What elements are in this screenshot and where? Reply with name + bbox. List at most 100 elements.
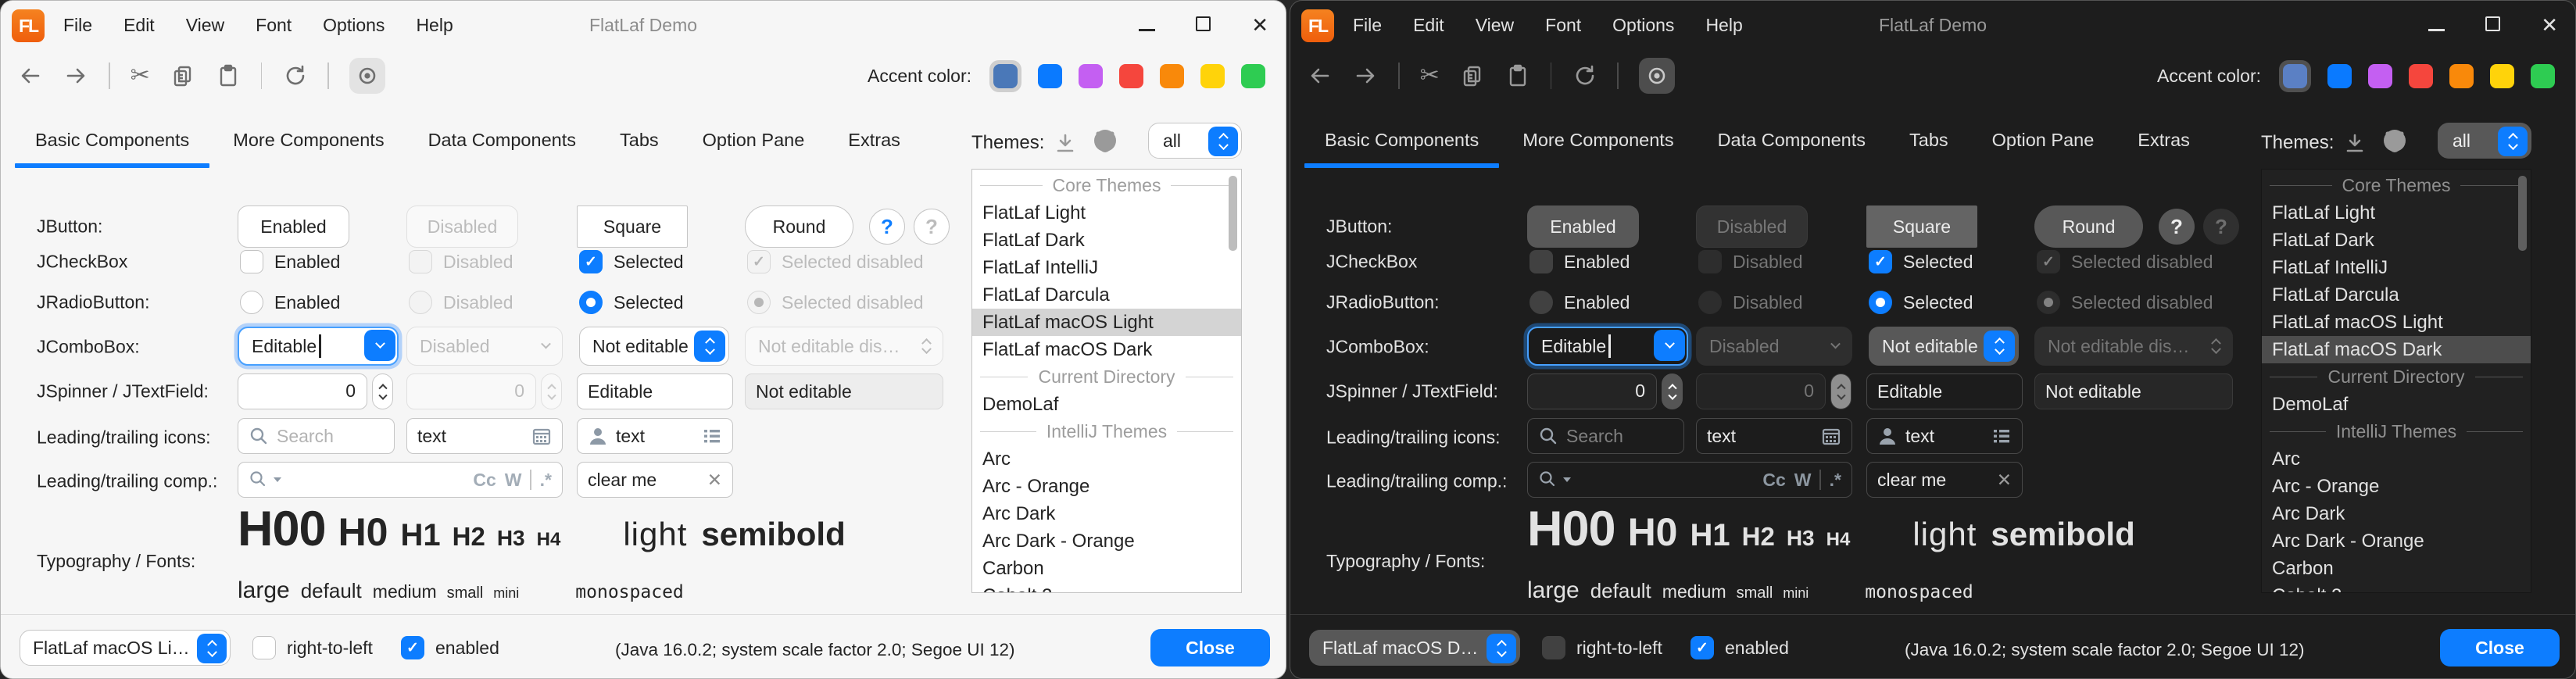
radio-selected[interactable] xyxy=(579,291,603,314)
menu-edit[interactable]: Edit xyxy=(123,15,155,36)
close-window-button[interactable]: ✕ xyxy=(1251,15,1268,35)
combobox-stepper-button[interactable] xyxy=(1208,127,1238,156)
match-case-button[interactable]: Cc xyxy=(1762,470,1785,491)
list-item[interactable]: Cobalt 2 xyxy=(972,582,1241,593)
clearable-input[interactable]: clear me ✕ xyxy=(577,462,733,498)
scrollbar-thumb[interactable] xyxy=(2518,176,2527,251)
calendar-icon[interactable] xyxy=(531,426,552,446)
list-item-selected[interactable]: FlatLaf macOS Dark xyxy=(2262,336,2531,363)
forward-button[interactable] xyxy=(63,63,88,88)
list-item[interactable]: Arc xyxy=(2262,445,2531,473)
list-item[interactable]: Arc xyxy=(972,445,1241,473)
minimize-button[interactable] xyxy=(2428,15,2445,36)
copy-button[interactable] xyxy=(1460,63,1485,88)
spinner-buttons[interactable] xyxy=(372,373,393,409)
tab-data-components[interactable]: Data Components xyxy=(406,115,598,170)
editable-textfield[interactable]: Editable xyxy=(1866,373,2023,409)
checkbox-selected[interactable]: ✓ xyxy=(1869,250,1892,273)
whole-word-button[interactable]: W xyxy=(1794,470,1812,491)
list-item[interactable]: FlatLaf macOS Light xyxy=(2262,309,2531,336)
list-item[interactable]: FlatLaf Dark xyxy=(972,227,1241,254)
cut-button[interactable]: ✂ xyxy=(131,64,150,88)
accent-swatch-default[interactable] xyxy=(2283,64,2307,88)
cut-button[interactable]: ✂ xyxy=(1420,64,1440,88)
user-input[interactable]: text xyxy=(1866,418,2023,454)
list-item[interactable]: FlatLaf Darcula xyxy=(972,281,1241,309)
round-button[interactable]: Round xyxy=(745,205,853,248)
close-button[interactable]: Close xyxy=(2440,629,2560,666)
accent-swatch-purple[interactable] xyxy=(2368,64,2392,88)
regex-button[interactable]: .* xyxy=(1830,470,1841,491)
combobox-stepper-button[interactable] xyxy=(1984,331,2015,362)
accent-swatch-blue[interactable] xyxy=(1038,64,1062,88)
enabled-checkbox[interactable]: ✓ xyxy=(401,636,424,659)
list-item[interactable]: FlatLaf macOS Dark xyxy=(972,336,1241,363)
laf-combobox[interactable]: FlatLaf macOS D… xyxy=(1309,630,1520,666)
tab-tabs[interactable]: Tabs xyxy=(1887,115,1970,170)
checkbox-enabled[interactable] xyxy=(1530,250,1553,273)
tab-extras[interactable]: Extras xyxy=(2116,115,2212,170)
tab-extras[interactable]: Extras xyxy=(826,115,922,170)
themes-list[interactable]: Core Themes FlatLaf Light FlatLaf Dark F… xyxy=(2261,169,2531,593)
themes-list[interactable]: Core Themes FlatLaf Light FlatLaf Dark F… xyxy=(971,169,1242,593)
radio-enabled[interactable] xyxy=(1530,291,1553,314)
list-item[interactable]: FlatLaf IntelliJ xyxy=(972,254,1241,281)
forward-button[interactable] xyxy=(1353,63,1378,88)
menu-help[interactable]: Help xyxy=(416,15,453,36)
list-item[interactable]: Carbon xyxy=(972,555,1241,582)
enabled-checkbox[interactable]: ✓ xyxy=(1690,636,1714,659)
accent-swatch-orange[interactable] xyxy=(1160,64,1184,88)
list-item[interactable]: Arc Dark xyxy=(972,500,1241,527)
tab-option-pane[interactable]: Option Pane xyxy=(1970,115,2116,170)
list-menu-icon[interactable] xyxy=(702,426,722,446)
list-item[interactable]: FlatLaf IntelliJ xyxy=(2262,254,2531,281)
back-button[interactable] xyxy=(1308,63,1333,88)
list-item[interactable]: FlatLaf Light xyxy=(2262,199,2531,227)
maximize-button[interactable] xyxy=(1196,15,1211,36)
date-input[interactable]: text xyxy=(1696,418,1852,454)
spinner-field[interactable]: 0 xyxy=(1527,373,1657,409)
list-item[interactable]: Arc Dark - Orange xyxy=(972,527,1241,555)
checkbox-enabled[interactable] xyxy=(240,250,263,273)
calendar-icon[interactable] xyxy=(1821,426,1841,446)
regex-button[interactable]: .* xyxy=(540,470,552,491)
radio-enabled[interactable] xyxy=(240,291,263,314)
accent-swatch-default[interactable] xyxy=(993,64,1018,88)
search-dropdown-icon[interactable] xyxy=(249,470,269,490)
right-to-left-checkbox[interactable] xyxy=(1542,636,1565,659)
list-item[interactable]: Arc Dark - Orange xyxy=(2262,527,2531,555)
tab-basic-components[interactable]: Basic Components xyxy=(1303,115,1501,170)
list-item[interactable]: DemoLaf xyxy=(2262,391,2531,418)
combobox-stepper-button[interactable] xyxy=(1487,634,1516,663)
refresh-button[interactable] xyxy=(282,63,307,88)
clearable-input[interactable]: clear me ✕ xyxy=(1866,462,2023,498)
list-item[interactable]: Arc - Orange xyxy=(972,473,1241,500)
tab-more-components[interactable]: More Components xyxy=(211,115,406,170)
paste-button[interactable] xyxy=(216,63,241,88)
user-input[interactable]: text xyxy=(577,418,733,454)
combobox-stepper-button[interactable] xyxy=(197,634,227,663)
themes-filter-combobox[interactable]: all xyxy=(2438,123,2531,159)
spinner-field[interactable]: 0 xyxy=(238,373,367,409)
menu-edit[interactable]: Edit xyxy=(1413,15,1444,36)
accent-swatch-yellow[interactable] xyxy=(1200,64,1225,88)
menu-options[interactable]: Options xyxy=(323,15,385,36)
search-with-options-input[interactable]: Cc W .* xyxy=(238,462,563,498)
list-item-selected[interactable]: FlatLaf macOS Light xyxy=(972,309,1241,336)
list-item[interactable]: Arc - Orange xyxy=(2262,473,2531,500)
accent-swatch-green[interactable] xyxy=(1241,64,1265,88)
copy-button[interactable] xyxy=(170,63,195,88)
checkbox-selected[interactable]: ✓ xyxy=(579,250,603,273)
close-window-button[interactable]: ✕ xyxy=(2541,15,2558,35)
editable-combobox[interactable]: Editable xyxy=(1527,327,1688,366)
github-icon[interactable] xyxy=(2381,127,2408,159)
tab-basic-components[interactable]: Basic Components xyxy=(13,115,211,170)
list-item[interactable]: FlatLaf Light xyxy=(972,199,1241,227)
accent-swatch-red[interactable] xyxy=(2409,64,2433,88)
accent-swatch-blue[interactable] xyxy=(2327,64,2352,88)
tab-data-components[interactable]: Data Components xyxy=(1696,115,1887,170)
editable-textfield[interactable]: Editable xyxy=(577,373,733,409)
editable-combobox[interactable]: Editable xyxy=(238,327,399,366)
back-button[interactable] xyxy=(18,63,43,88)
search-with-options-input[interactable]: Cc W .* xyxy=(1527,462,1852,498)
